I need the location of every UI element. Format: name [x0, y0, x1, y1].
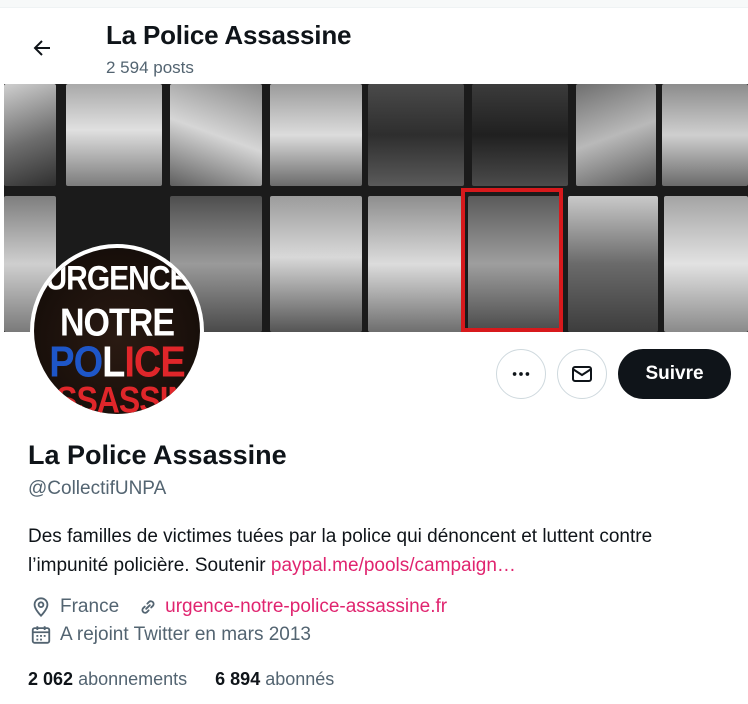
- profile-avatar[interactable]: URGENCE NOTRE POLICE ASSASSINE: [30, 244, 204, 418]
- envelope-icon: [572, 366, 592, 382]
- follow-stats: 2 062 abonnements 6 894 abonnés: [28, 669, 362, 690]
- location-pin-icon: [33, 597, 49, 618]
- header-title: La Police Assassine: [106, 20, 352, 50]
- followers-label: abonnés: [265, 669, 335, 689]
- avatar-image: URGENCE NOTRE POLICE ASSASSINE: [34, 248, 200, 414]
- back-button[interactable]: [22, 28, 62, 68]
- joined-row: A rejoint Twitter en mars 2013: [30, 624, 311, 646]
- profile-header-bar: La Police Assassine 2 594 posts: [0, 8, 748, 84]
- following-link[interactable]: 2 062 abonnements: [28, 669, 187, 690]
- followers-link[interactable]: 6 894 abonnés: [215, 669, 334, 690]
- link-icon: [141, 600, 155, 614]
- banner-photo: [368, 84, 464, 186]
- website-link[interactable]: urgence-notre-police-assassine.fr: [165, 596, 447, 618]
- message-button[interactable]: [557, 349, 607, 399]
- follow-button[interactable]: Suivre: [618, 349, 731, 399]
- banner-photo: [568, 196, 658, 332]
- banner-photo: [170, 84, 262, 186]
- arrow-left-icon: [33, 40, 50, 56]
- banner-photo: [270, 196, 362, 332]
- followers-count: 6 894: [215, 669, 261, 689]
- joined-text: A rejoint Twitter en mars 2013: [60, 624, 311, 645]
- more-options-button[interactable]: [496, 349, 546, 399]
- location-text: France: [60, 596, 120, 617]
- banner-photo: [472, 84, 568, 186]
- profile-meta-row: France urgence-notre-police-assassine.fr: [30, 596, 447, 618]
- banner-photo: [368, 196, 462, 332]
- bio-link[interactable]: paypal.me/pools/campaign…: [271, 555, 516, 576]
- highlight-frame: [461, 188, 563, 332]
- banner-photo: [662, 84, 748, 186]
- banner-photo: [4, 84, 56, 186]
- banner-photo: [270, 84, 362, 186]
- following-label: abonnements: [78, 669, 188, 689]
- banner-photo: [66, 84, 162, 186]
- banner-photo: [576, 84, 656, 186]
- post-count: 2 594 posts: [106, 58, 194, 77]
- top-border: [0, 0, 748, 8]
- more-dots-icon: [512, 372, 530, 376]
- calendar-icon: [31, 626, 51, 644]
- avatar-text-urgence: URGENCE: [45, 259, 189, 298]
- avatar-text-assassine: ASSASSINE: [34, 379, 200, 414]
- profile-bio: Des familles de victimes tuées par la po…: [28, 522, 728, 580]
- banner-photo: [664, 196, 748, 332]
- following-count: 2 062: [28, 669, 74, 689]
- profile-name: La Police Assassine: [28, 440, 287, 470]
- profile-handle: @CollectifUNPA: [28, 478, 167, 499]
